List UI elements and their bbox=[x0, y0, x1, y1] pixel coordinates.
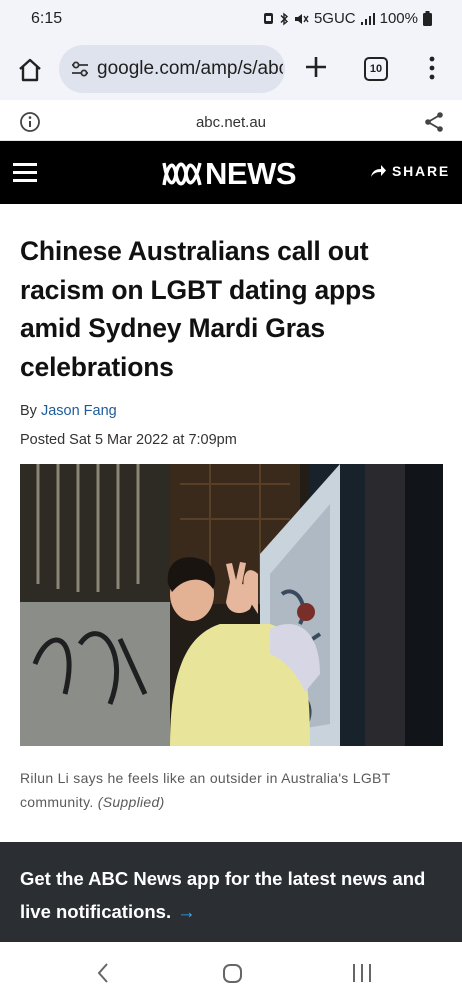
photo-credit: (Supplied) bbox=[97, 794, 165, 810]
share-icon[interactable] bbox=[423, 111, 445, 133]
app-promo-text[interactable]: Get the ABC News app for the latest news… bbox=[20, 862, 445, 928]
abc-lissajous-icon bbox=[162, 162, 202, 186]
arrow-right-icon[interactable]: → bbox=[177, 901, 196, 922]
abc-news-logo[interactable]: NEWS bbox=[162, 156, 297, 192]
bluetooth-icon bbox=[280, 12, 288, 25]
status-bar: 6:15 5GUC 100% bbox=[0, 0, 462, 40]
more-menu-icon[interactable] bbox=[426, 55, 438, 81]
address-bar[interactable]: google.com/amp/s/abc.net.au bbox=[59, 45, 285, 93]
status-icons: 5GUC 100% bbox=[263, 10, 432, 27]
menu-icon[interactable] bbox=[13, 163, 37, 183]
logo-text: NEWS bbox=[205, 156, 297, 191]
caption-text: Rilun Li says he feels like an outsider … bbox=[20, 770, 391, 810]
browser-toolbar: google.com/amp/s/abc.net.au 10 bbox=[0, 40, 462, 100]
url-text[interactable]: google.com/amp/s/abc.net.au bbox=[97, 58, 283, 80]
article-photo[interactable] bbox=[20, 464, 443, 746]
new-tab-icon[interactable] bbox=[303, 54, 329, 80]
signal-icon bbox=[360, 13, 375, 25]
home-icon[interactable] bbox=[15, 55, 45, 85]
author-link[interactable]: Jason Fang bbox=[41, 403, 117, 419]
network-type: 5GUC bbox=[313, 10, 356, 27]
site-settings-icon[interactable] bbox=[69, 58, 91, 80]
recents-icon[interactable] bbox=[353, 964, 371, 982]
article-headline: Chinese Australians call out racism on L… bbox=[20, 236, 376, 382]
site-header: NEWS SHARE bbox=[0, 141, 462, 204]
app-promo-label[interactable]: Get the ABC News app for the latest news… bbox=[20, 868, 425, 922]
byline: By Jason Fang bbox=[20, 403, 117, 419]
photo-caption: Rilun Li says he feels like an outsider … bbox=[20, 766, 443, 814]
battery-icon bbox=[423, 11, 432, 26]
byline-prefix: By bbox=[20, 403, 41, 419]
page-info-bar: abc.net.au bbox=[0, 103, 462, 141]
home-nav-icon[interactable] bbox=[223, 964, 242, 983]
share-arrow-icon bbox=[370, 165, 386, 177]
back-icon[interactable] bbox=[96, 962, 110, 984]
system-nav-bar bbox=[0, 942, 462, 1000]
posted-date: Posted Sat 5 Mar 2022 at 7:09pm bbox=[20, 432, 237, 448]
tab-switcher-button[interactable]: 10 bbox=[364, 57, 388, 81]
share-label: SHARE bbox=[391, 163, 450, 179]
status-time: 6:15 bbox=[31, 10, 63, 27]
app-promo-banner[interactable]: Get the ABC News app for the latest news… bbox=[0, 842, 462, 942]
page-domain: abc.net.au bbox=[195, 114, 267, 131]
share-button[interactable]: SHARE bbox=[370, 163, 450, 179]
mute-icon bbox=[294, 13, 309, 24]
battery-percent: 100% bbox=[379, 10, 418, 27]
notification-icon bbox=[263, 13, 273, 24]
